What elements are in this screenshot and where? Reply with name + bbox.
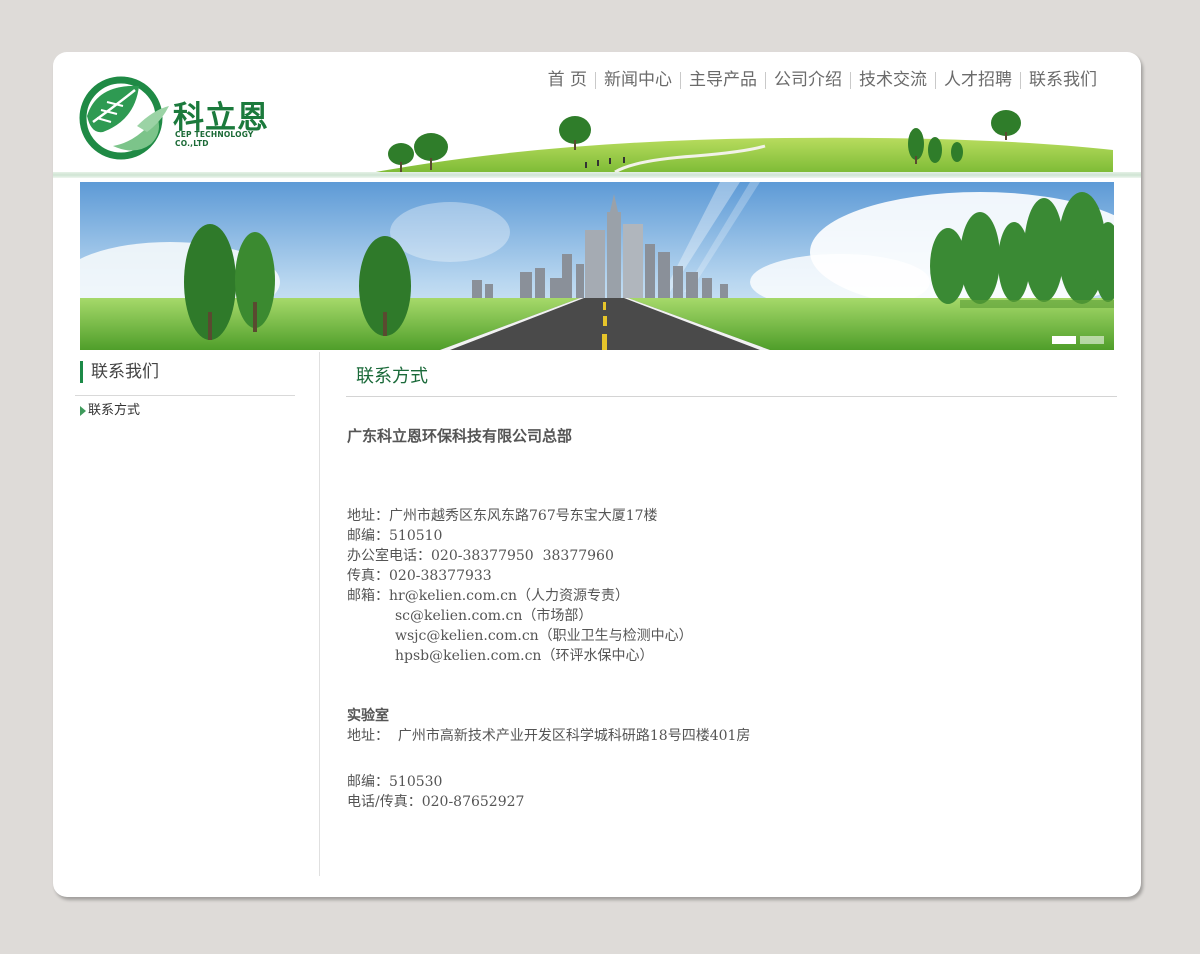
city-road-banner-image xyxy=(80,182,1114,350)
banner-slide-dot-2[interactable] xyxy=(1080,336,1104,344)
brand-name-en: CEP TECHNOLOGY CO.,LTD xyxy=(175,130,254,148)
nav-about[interactable]: 公司介绍 xyxy=(766,68,850,92)
hq-fax: 传真：020-38377933 xyxy=(347,568,492,584)
email-link[interactable]: sc@kelien.com.cn（市场部） xyxy=(395,608,592,624)
main-nav: 首 页 新闻中心 主导产品 公司介绍 技术交流 人才招聘 联系我们 xyxy=(540,68,1105,92)
contact-content: 广东科立恩环保科技有限公司总部 地址：广州市越秀区东风东路767号东宝大厦17楼… xyxy=(347,426,1107,812)
site-header: 科立恩 CEP TECHNOLOGY CO.,LTD 首 页 新闻中心 主导产品… xyxy=(53,52,1141,180)
hq-email-row: 邮箱：hr@kelien.com.cn（人力资源专责） xyxy=(347,586,1107,606)
hq-address: 地址：广州市越秀区东风东路767号东宝大厦17楼 xyxy=(347,508,658,524)
email-link[interactable]: wsjc@kelien.com.cn（职业卫生与检测中心） xyxy=(395,628,693,644)
nav-careers[interactable]: 人才招聘 xyxy=(936,68,1020,92)
nav-products[interactable]: 主导产品 xyxy=(681,68,765,92)
lab-address: 地址： 广州市高新技术产业开发区科学城科研路18号四楼401房 xyxy=(347,728,751,744)
nav-news[interactable]: 新闻中心 xyxy=(596,68,680,92)
column-divider xyxy=(319,352,320,876)
sidebar-item-contact[interactable]: 联系方式 xyxy=(80,402,140,420)
banner-slide-dot-1[interactable] xyxy=(1052,336,1076,344)
nav-tech[interactable]: 技术交流 xyxy=(851,68,935,92)
hq-phone: 办公室电话：020-38377950 38377960 xyxy=(347,548,614,564)
arrow-right-icon xyxy=(80,406,86,416)
leaf-logo-icon xyxy=(79,76,169,160)
company-name: 广东科立恩环保科技有限公司总部 xyxy=(347,427,573,445)
email-link[interactable]: hr@kelien.com.cn（人力资源专责） xyxy=(389,588,629,604)
hq-email-row: sc@kelien.com.cn（市场部） xyxy=(347,606,1107,626)
sidebar-item-label: 联系方式 xyxy=(88,403,141,418)
nav-home[interactable]: 首 页 xyxy=(540,68,595,92)
hq-email-row: wsjc@kelien.com.cn（职业卫生与检测中心） xyxy=(347,626,1107,646)
hero-banner xyxy=(80,182,1114,350)
hq-postcode: 邮编：510510 xyxy=(347,528,443,544)
sidebar-divider xyxy=(75,395,295,396)
lab-phone-fax: 电话/传真：020-87652927 xyxy=(347,794,525,810)
lab-postcode: 邮编：510530 xyxy=(347,774,443,790)
email-link[interactable]: hpsb@kelien.com.cn（环评水保中心） xyxy=(395,648,653,664)
page-card: 科立恩 CEP TECHNOLOGY CO.,LTD 首 页 新闻中心 主导产品… xyxy=(53,52,1141,897)
lab-title: 实验室 xyxy=(347,708,389,724)
sidebar-title: 联系我们 xyxy=(80,361,159,383)
email-label: 邮箱： xyxy=(347,588,389,604)
header-hill-illustration xyxy=(365,110,1113,176)
nav-contact[interactable]: 联系我们 xyxy=(1021,68,1105,92)
page-title: 联系方式 xyxy=(356,366,428,387)
banner-slide-indicators xyxy=(1052,336,1104,344)
company-logo[interactable]: 科立恩 CEP TECHNOLOGY CO.,LTD xyxy=(77,76,287,162)
header-divider xyxy=(53,172,1141,178)
title-divider xyxy=(346,396,1117,397)
hq-email-row: hpsb@kelien.com.cn（环评水保中心） xyxy=(347,646,1107,666)
